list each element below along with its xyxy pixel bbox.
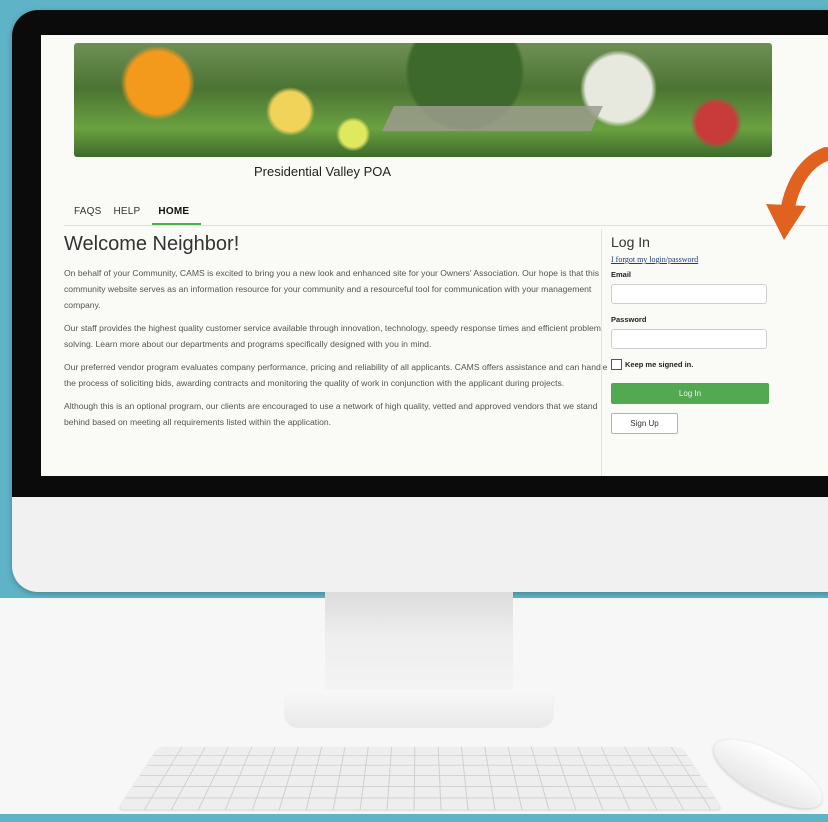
signup-button[interactable]: Sign Up bbox=[611, 413, 678, 434]
nav-help[interactable]: HELP bbox=[113, 206, 147, 226]
keep-signed-in-label: Keep me signed in. bbox=[625, 360, 694, 369]
welcome-paragraph: Our staff provides the highest quality c… bbox=[64, 323, 601, 349]
login-heading: Log In bbox=[611, 234, 650, 250]
welcome-paragraph: On behalf of your Community, CAMS is exc… bbox=[64, 268, 600, 310]
welcome-paragraph: Although this is an optional program, ou… bbox=[64, 401, 598, 427]
monitor-stand-base bbox=[284, 690, 554, 728]
nav-home[interactable]: HOME bbox=[152, 206, 202, 226]
keep-signed-in-checkbox[interactable] bbox=[611, 359, 622, 370]
garden-banner-image bbox=[74, 43, 772, 157]
password-label: Password bbox=[611, 315, 647, 324]
email-field[interactable] bbox=[611, 284, 767, 304]
nav-faqs[interactable]: FAQS bbox=[74, 206, 108, 226]
login-button[interactable]: Log In bbox=[611, 383, 769, 404]
forgot-password-link[interactable]: I forgot my login/password bbox=[611, 255, 771, 264]
password-field[interactable] bbox=[611, 329, 767, 349]
site-title: Presidential Valley POA bbox=[254, 164, 392, 179]
login-panel: Log In I forgot my login/password Email … bbox=[611, 234, 771, 434]
curved-arrow-icon bbox=[766, 147, 828, 240]
nav-divider bbox=[64, 225, 828, 226]
banner-path-detail bbox=[382, 105, 604, 131]
mouse bbox=[704, 726, 828, 822]
keyboard bbox=[118, 746, 722, 810]
keep-signed-in-row: Keep me signed in. bbox=[611, 359, 771, 370]
top-nav: FAQS HELP HOME bbox=[74, 206, 206, 226]
column-divider bbox=[601, 229, 602, 476]
welcome-paragraph: Our preferred vendor program evaluates c… bbox=[64, 362, 608, 388]
monitor-stand bbox=[325, 592, 513, 702]
email-label: Email bbox=[611, 270, 632, 279]
page-title: Welcome Neighbor! bbox=[64, 233, 240, 255]
welcome-section: Welcome Neighbor! On behalf of your Comm… bbox=[64, 233, 620, 437]
browser-screen: Presidential Valley POA FAQS HELP HOME W… bbox=[41, 35, 828, 476]
